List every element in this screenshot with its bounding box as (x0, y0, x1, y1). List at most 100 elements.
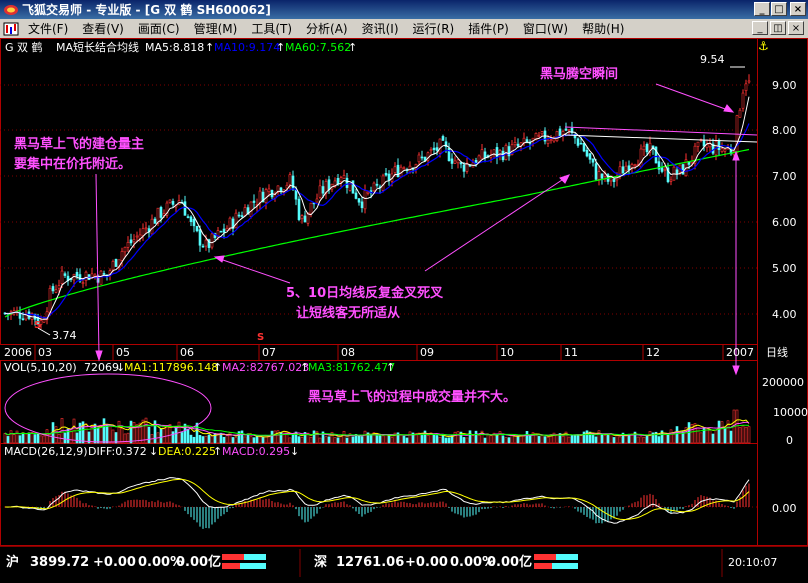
mdi-app-icon[interactable] (3, 22, 19, 36)
kline-chart-svg[interactable]: G 双 鹤 MA短长结合均线 MA5:8.818 ↑ MA10:9.174 ↑ … (0, 38, 808, 546)
candle-body (297, 198, 301, 220)
volume-bar (210, 435, 214, 444)
volume-header: VOL(5,10,20) 72069 ↓ MA1:117896.148 ↑ MA… (4, 361, 395, 374)
date-tick: 2007 (726, 346, 754, 359)
period-label[interactable]: 日线 (766, 345, 788, 359)
volume-bar (744, 426, 748, 444)
macd-indicator-label: MACD(26,12,9) (4, 445, 88, 458)
menu-tools[interactable]: 工具(T) (244, 20, 299, 37)
menu-view[interactable]: 查看(V) (75, 20, 131, 37)
volume-bar (360, 436, 364, 444)
volume-bar (117, 420, 121, 444)
volume-bar (69, 430, 73, 444)
menu-file[interactable]: 文件(F) (21, 20, 75, 37)
candle-body (210, 233, 214, 248)
date-tick: 06 (180, 346, 194, 359)
sh-index: 3899.72 (30, 555, 89, 570)
chart-area[interactable]: G 双 鹤 MA短长结合均线 MA5:8.818 ↑ MA10:9.174 ↑ … (0, 38, 808, 546)
candle-body (696, 141, 700, 147)
candle-body (576, 138, 580, 146)
child-close-icon[interactable]: × (788, 21, 804, 35)
sz-label: 深 (314, 554, 327, 570)
candle-body (339, 177, 343, 183)
date-tick: 10 (500, 346, 514, 359)
menu-info[interactable]: 资讯(I) (355, 20, 406, 37)
volume-bar (108, 425, 112, 444)
candle-body (237, 214, 241, 217)
candle-body (375, 183, 379, 186)
volume-bar (426, 434, 430, 444)
sh-change: +0.00 (93, 555, 136, 570)
menu-window[interactable]: 窗口(W) (516, 20, 575, 37)
volume-axis: 200000 100000 0 (762, 376, 808, 447)
child-restore-icon[interactable]: ◫ (770, 21, 786, 35)
menu-screen[interactable]: 画面(C) (131, 20, 187, 37)
volume-bar (669, 429, 673, 444)
candle-body (222, 228, 226, 233)
close-icon[interactable]: × (790, 2, 806, 16)
volume-bar (456, 431, 460, 444)
minimize-icon[interactable]: _ (754, 2, 770, 16)
menu-plugins[interactable]: 插件(P) (461, 20, 516, 37)
volume-bar (420, 435, 424, 444)
volume-bar (453, 431, 457, 444)
volume-bar (6, 436, 10, 444)
volume-bar (576, 434, 580, 444)
candle-body (438, 138, 442, 154)
menu-manage[interactable]: 管理(M) (187, 20, 245, 37)
volume-bar (585, 430, 589, 444)
menu-run[interactable]: 运行(R) (406, 20, 462, 37)
volume-bar (207, 434, 211, 444)
date-tick: 05 (116, 346, 130, 359)
candle-body (396, 164, 400, 178)
volume-bar (222, 436, 226, 444)
volume-bar (312, 430, 316, 444)
volume-bar (408, 431, 412, 444)
candle-body (186, 216, 190, 218)
volume-bar (510, 434, 514, 444)
candle-body (585, 149, 589, 157)
menu-analysis[interactable]: 分析(A) (299, 20, 355, 37)
candle-body (63, 273, 67, 276)
volume-bar (432, 434, 436, 444)
candle-body (84, 271, 88, 281)
volume-bar (519, 435, 523, 444)
volume-bar (273, 430, 277, 444)
ma5-readout: MA5:8.818 (145, 41, 204, 54)
candle-body (129, 239, 133, 244)
volume-bar (324, 436, 328, 444)
candle-body (201, 245, 205, 248)
candle-body (597, 171, 601, 180)
candle-body (552, 138, 556, 142)
maximize-icon[interactable]: □ (771, 2, 787, 16)
volume-bar (12, 434, 16, 444)
candle-body (342, 175, 346, 179)
candle-body (630, 164, 634, 168)
candle-body (150, 218, 154, 235)
volume-bar (489, 435, 493, 444)
candle-body (480, 149, 484, 159)
volume-bar (291, 434, 295, 444)
volume-bar (462, 437, 466, 444)
indicator-name: MA短长结合均线 (56, 40, 139, 54)
app-edition: 专业版 (95, 3, 132, 17)
anchor-icon[interactable]: ⚓ (758, 39, 769, 53)
volume-bar (717, 420, 721, 444)
candle-body (366, 191, 370, 194)
annotation-ma-cross-1: 5、10日均线反复金叉死叉 (286, 285, 444, 301)
candle-body (243, 207, 247, 216)
volume-indicator-label: VOL(5,10,20) (4, 361, 77, 374)
volume-bar (318, 437, 322, 444)
candle-body (99, 270, 103, 285)
volume-bar (498, 431, 502, 444)
price-tick: 7.00 (772, 170, 797, 183)
candle-body (741, 92, 745, 109)
volume-bar (297, 436, 301, 444)
candle-body (675, 169, 679, 175)
app-name: 飞狐交易师 (22, 3, 83, 17)
volume-bar (24, 433, 28, 444)
candle-body (744, 83, 748, 91)
candle-body (228, 217, 232, 230)
child-minimize-icon[interactable]: _ (752, 21, 768, 35)
menu-help[interactable]: 帮助(H) (575, 20, 631, 37)
